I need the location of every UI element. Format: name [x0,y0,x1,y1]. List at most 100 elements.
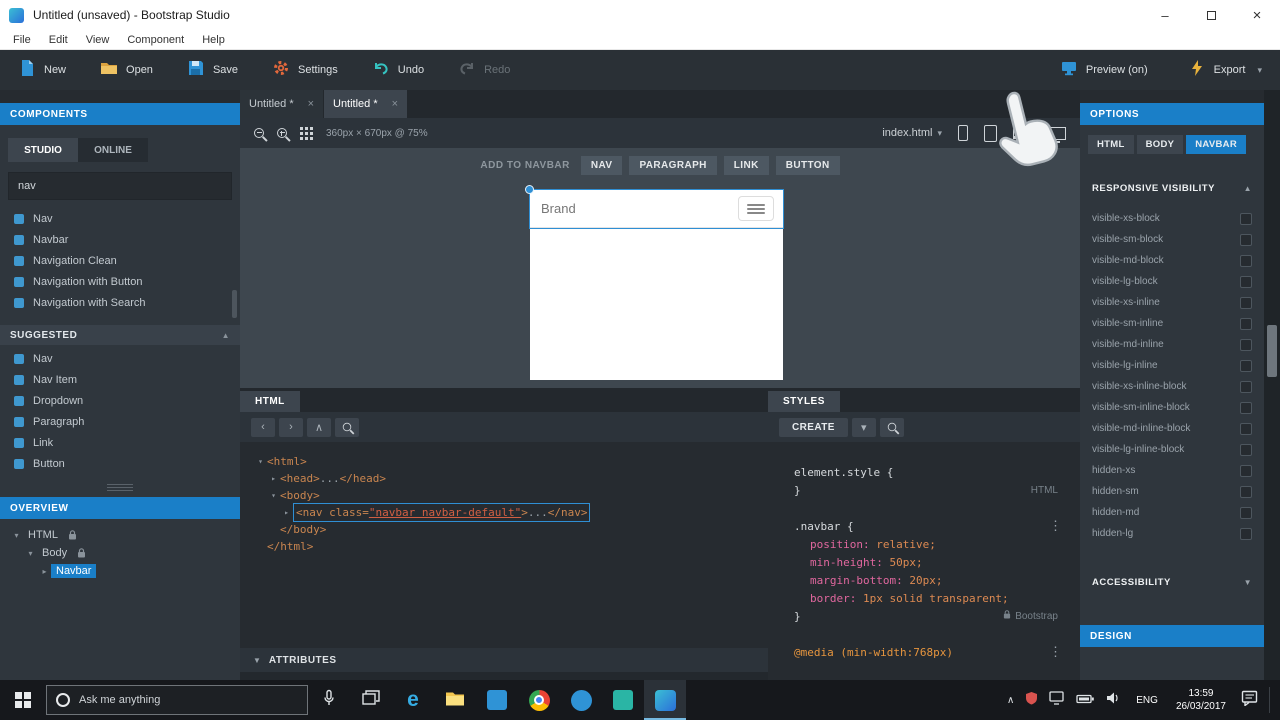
suggested-list-item[interactable]: Button [0,453,240,474]
page-preview[interactable]: Brand [525,185,784,380]
visibility-checkbox[interactable] [1240,317,1252,330]
volume-icon[interactable] [1106,691,1122,710]
tree-arrow-icon[interactable]: ▸ [267,470,280,487]
create-style-button[interactable]: CREATE [779,417,848,437]
css-rule-block[interactable]: @media (min-width:768px) ⋮ [768,644,1080,662]
visibility-checkbox[interactable] [1240,296,1252,309]
visibility-checkbox[interactable] [1240,422,1252,435]
css-selector[interactable]: .navbar { [794,520,854,533]
code-node[interactable]: <html> [267,453,307,470]
app-button-2[interactable] [560,680,602,720]
tree-arrow-icon[interactable]: ▾ [267,487,280,504]
menu-item[interactable]: Edit [40,30,77,50]
code-node[interactable]: </body> [280,521,326,538]
bootstrap-studio-taskbar-button[interactable] [644,680,686,720]
options-tab[interactable]: BODY [1136,135,1184,154]
css-property-line[interactable]: position: relative; [794,536,1080,554]
html-panel-tab[interactable]: HTML [240,391,300,412]
options-tab[interactable]: NAVBAR [1186,135,1246,154]
new-button[interactable]: New [18,59,66,82]
tree-arrow-icon[interactable]: ▸ [280,504,293,521]
overview-node[interactable]: ▸ Navbar [0,562,240,580]
component-list-item[interactable]: Navbar [0,229,240,250]
visibility-checkbox[interactable] [1240,443,1252,456]
tablet-viewport-icon[interactable] [984,124,997,142]
suggested-list-item[interactable]: Nav [0,348,240,369]
html-tree-line[interactable]: </html> [240,538,768,555]
show-desktop-button[interactable] [1269,687,1274,713]
code-node[interactable]: <head>...</head> [280,470,386,487]
code-node[interactable]: </html> [267,538,313,555]
tree-arrow-icon[interactable]: ▸ [38,567,51,576]
html-tree-line[interactable]: </body> [240,521,768,538]
editor-tab[interactable]: Untitled * × [324,90,408,118]
quick-add-button[interactable]: BUTTON [775,156,840,175]
laptop-viewport-icon[interactable] [1013,127,1031,139]
grid-toggle-icon[interactable] [300,127,303,130]
notification-center-icon[interactable] [1241,690,1258,711]
component-list-item[interactable]: Navigation Clean [0,250,240,271]
tray-expand-icon[interactable]: ∧ [1007,695,1014,706]
component-list-item[interactable]: Navigation with Search [0,292,240,313]
maximize-button[interactable] [1188,0,1234,30]
close-button[interactable]: × [1234,0,1280,30]
file-explorer-button[interactable] [434,680,476,720]
css-property-line[interactable]: border: 1px solid transparent; [794,590,1080,608]
visibility-checkbox[interactable] [1240,464,1252,477]
tree-arrow-icon[interactable]: ▾ [254,453,267,470]
component-list-item[interactable]: Nav [0,208,240,229]
visibility-checkbox[interactable] [1240,275,1252,288]
mic-button[interactable] [308,680,350,720]
html-tree-line[interactable]: ▾ <body> [240,487,768,504]
responsive-visibility-header[interactable]: RESPONSIVE VISIBILITY ▲ [1080,178,1264,198]
components-scrollbar-thumb[interactable] [232,290,237,318]
edge-button[interactable]: e [392,680,434,720]
open-button[interactable]: Open [100,59,153,82]
suggested-list-item[interactable]: Dropdown [0,390,240,411]
components-search-input[interactable] [8,172,232,200]
quick-add-button[interactable]: NAV [580,156,623,175]
file-selector[interactable]: index.html ▾ [882,127,942,139]
menu-item[interactable]: Component [118,30,193,50]
suggested-list-item[interactable]: Link [0,432,240,453]
accessibility-header[interactable]: ACCESSIBILITY ▼ [1080,572,1264,592]
back-button[interactable]: ‹ [251,417,275,437]
create-options-button[interactable]: ▾ [851,417,876,437]
css-rule-block[interactable]: element.style {} HTML [768,464,1080,500]
css-property-line[interactable]: min-height: 50px; [794,554,1080,572]
html-tree-line[interactable]: ▸ <nav class="navbar navbar-default">...<… [240,503,768,522]
editor-tab[interactable]: Untitled * × [240,90,324,118]
overview-node[interactable]: ▾ HTML [0,526,240,544]
css-property-line[interactable]: margin-bottom: 20px; [794,572,1080,590]
code-node[interactable]: <body> [280,487,320,504]
styles-panel-tab[interactable]: STYLES [768,391,840,412]
attributes-bar[interactable]: ▼ ATTRIBUTES [240,648,768,672]
zoom-out-icon[interactable] [254,128,264,138]
battery-icon[interactable] [1076,691,1095,709]
taskbar-search-input[interactable] [79,694,259,706]
chrome-button[interactable] [518,680,560,720]
html-search-button[interactable] [335,417,359,437]
quick-add-button[interactable]: PARAGRAPH [629,156,717,175]
zoom-in-icon[interactable] [277,128,287,138]
visibility-checkbox[interactable] [1240,338,1252,351]
hamburger-toggle-button[interactable] [738,196,774,221]
shield-icon[interactable] [1025,691,1038,710]
overview-node[interactable]: ▾ Body [0,544,240,562]
right-scrollbar-thumb[interactable] [1267,325,1277,377]
visibility-checkbox[interactable] [1240,380,1252,393]
redo-button[interactable]: Redo [458,59,510,82]
expand-down-icon[interactable]: ▼ [1244,578,1252,587]
panel-resize-handle[interactable] [0,484,240,491]
kebab-menu-icon[interactable]: ⋮ [1049,518,1062,536]
components-tab[interactable]: ONLINE [78,138,148,162]
suggested-section-header[interactable]: SUGGESTED ▲ [0,325,240,345]
collapse-up-icon[interactable]: ▲ [222,331,230,340]
kebab-menu-icon[interactable]: ⋮ [1049,644,1062,662]
minimize-button[interactable]: – [1142,0,1188,30]
right-scrollbar-track[interactable] [1264,90,1280,680]
app-button-3[interactable] [602,680,644,720]
visibility-checkbox[interactable] [1240,212,1252,225]
monitor-tray-icon[interactable] [1049,690,1065,710]
navbar-component[interactable]: Brand [525,185,784,229]
